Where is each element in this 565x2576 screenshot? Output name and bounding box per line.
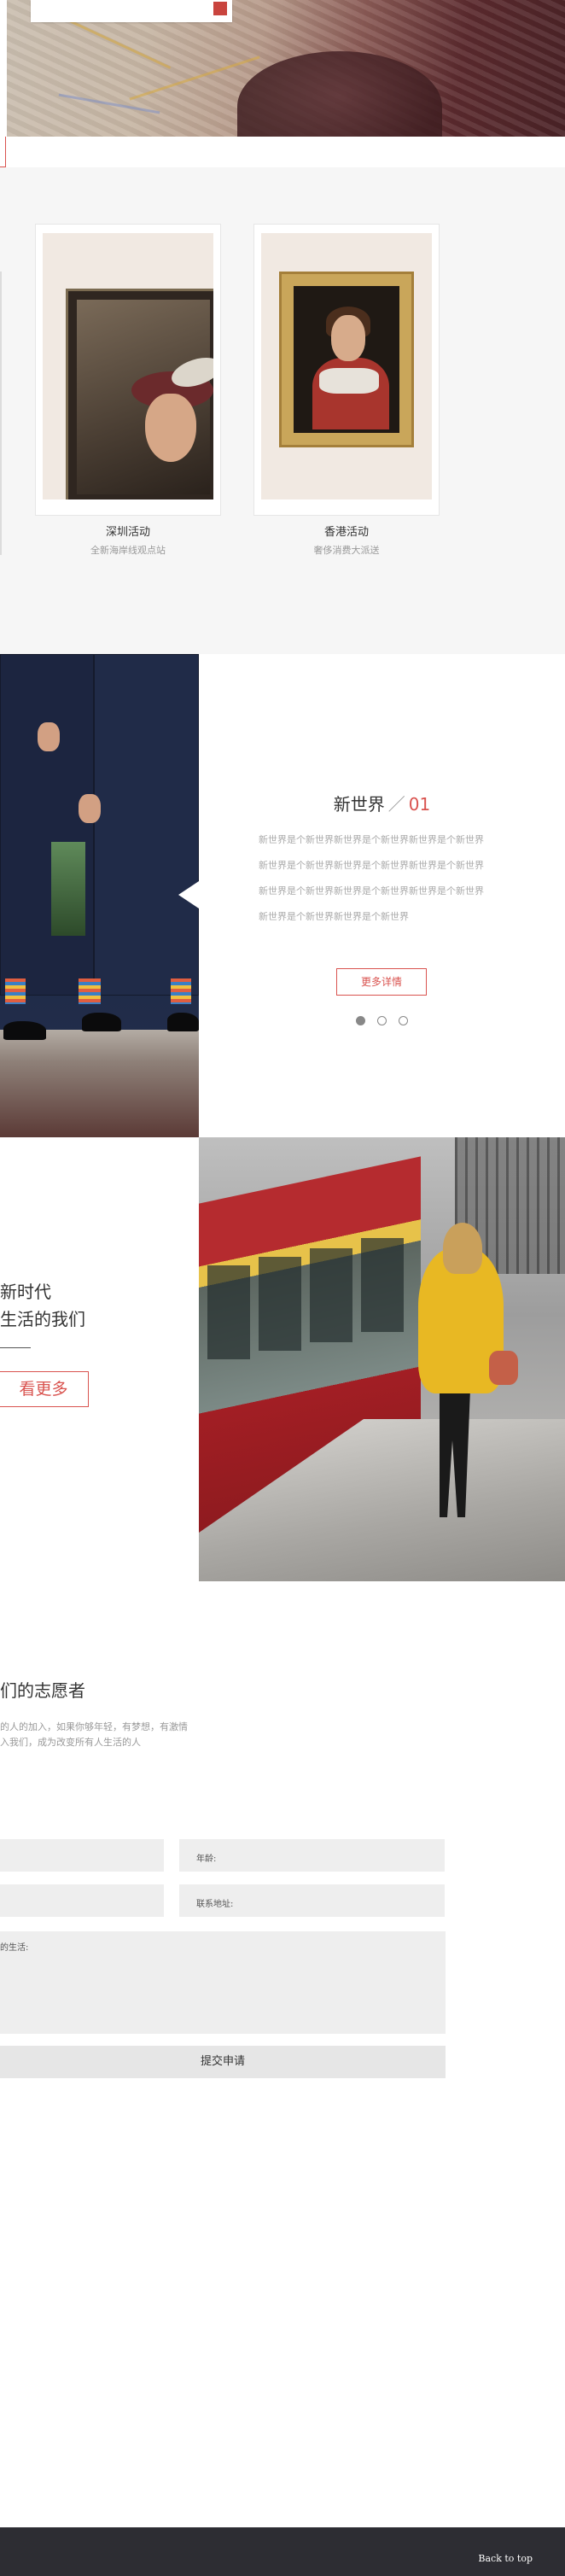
slider-title: 新世界／ 01 (199, 791, 565, 815)
search-button-icon (213, 2, 227, 15)
address-label: 联系地址: (196, 1900, 234, 1909)
volunteer-description: 的人的加入，如果你够年轻，有梦想，有激情 入我们，成为改变所有人生活的人 (0, 1720, 188, 1750)
banner-search-button[interactable] (207, 0, 232, 22)
slider-title-text: 新世界 (333, 794, 385, 815)
card-image (43, 233, 213, 499)
volunteer-description-line: 的人的加入，如果你够年轻，有梦想，有激情 (0, 1721, 188, 1732)
age-field[interactable]: 年龄: (179, 1839, 445, 1872)
back-to-top-link[interactable]: Back to top (478, 2553, 533, 2564)
new-world-slider: 新世界／ 01 新世界是个新世界新世界是个新世界新世界是个新世界 新世界是个新世界… (199, 654, 565, 1137)
life-label: 的生活: (0, 1943, 29, 1953)
slider-dot-1[interactable] (356, 1016, 365, 1025)
activity-card-shenzhen[interactable] (35, 224, 221, 516)
card-title[interactable]: 深圳活动 (35, 523, 221, 539)
phone-field[interactable] (0, 1884, 164, 1917)
slider-dot-3[interactable] (399, 1016, 408, 1025)
era-heading-line2: 生活的我们 (0, 1309, 85, 1329)
slider-pointer (178, 881, 199, 908)
era-heading-line1: 新时代 (0, 1282, 51, 1302)
slider-dot-2[interactable] (377, 1016, 387, 1025)
footer: Back to top (0, 2527, 565, 2576)
painting-image (66, 289, 213, 499)
hand-shape (237, 51, 442, 137)
slider-index: 01 (408, 794, 431, 815)
activities-section: 深圳活动 全新海岸线观点站 香港活动 奢侈消费大派送 (0, 167, 565, 654)
slider-title-separator: ／ (387, 794, 405, 815)
see-more-button[interactable]: 看更多 (0, 1371, 89, 1407)
slider-paragraph-line: 新世界是个新世界新世界是个新世界新世界是个新世界 (259, 860, 484, 871)
map-road-line (58, 93, 160, 114)
new-era-section: 新时代 生活的我们 看更多 (0, 1137, 199, 1581)
slider-paragraph-line: 新世界是个新世界新世界是个新世界新世界是个新世界 (259, 885, 484, 897)
volunteer-description-line: 入我们，成为改变所有人生活的人 (0, 1737, 141, 1748)
era-photo-train-station (199, 1137, 565, 1581)
previous-card-edge (0, 272, 2, 555)
slider-photo-suits (0, 654, 199, 1137)
card-subtitle: 全新海岸线观点站 (90, 545, 166, 556)
era-divider (0, 1347, 31, 1348)
card-subtitle: 奢侈消费大派送 (313, 545, 380, 556)
painting-image (279, 272, 414, 447)
name-field[interactable] (0, 1839, 164, 1872)
slider-paragraph-line: 新世界是个新世界新世界是个新世界新世界是个新世界 (259, 834, 484, 845)
banner-search-input[interactable] (31, 0, 232, 22)
decor-line (5, 137, 6, 167)
volunteer-heading: 们的志愿者 (0, 1680, 85, 1701)
card-title[interactable]: 香港活动 (253, 523, 440, 539)
slider-paragraph-line: 新世界是个新世界新世界是个新世界 (259, 911, 409, 922)
more-details-button[interactable]: 更多详情 (336, 968, 427, 996)
activity-card-hongkong[interactable] (253, 224, 440, 516)
address-field[interactable]: 联系地址: (179, 1884, 445, 1917)
life-textarea[interactable]: 的生活: (0, 1931, 446, 2034)
card-image (261, 233, 432, 499)
age-label: 年龄: (196, 1855, 217, 1864)
submit-application-button[interactable]: 提交申请 (0, 2046, 446, 2078)
